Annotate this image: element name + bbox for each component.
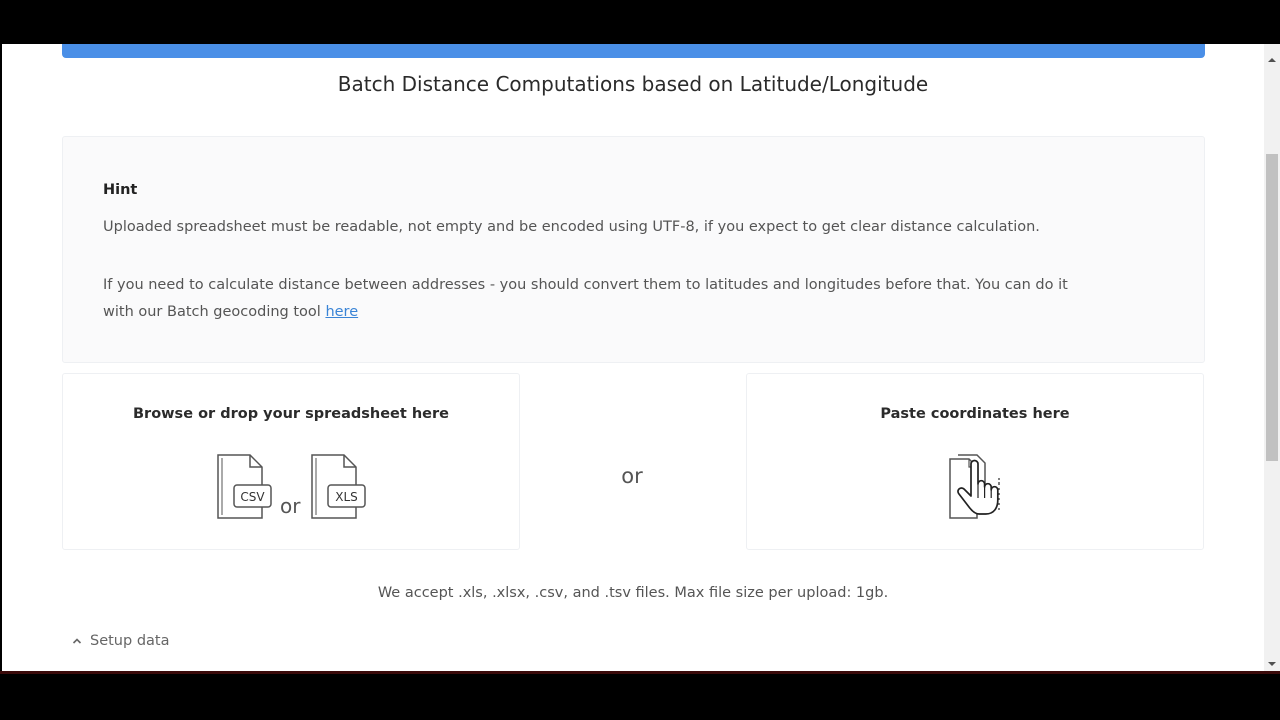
hint-paragraph-geocoding-text: If you need to calculate distance betwee… [103, 277, 1068, 320]
paste-hand-icon [949, 454, 1000, 519]
setup-data-toggle[interactable]: Setup data [72, 633, 169, 649]
csv-file-icon: CSV [217, 454, 272, 519]
scroll-down-arrow[interactable] [1264, 656, 1280, 672]
file-type-or: or [280, 494, 301, 518]
paste-title: Paste coordinates here [880, 406, 1070, 422]
hint-panel: Hint Uploaded spreadsheet must be readab… [62, 136, 1205, 363]
xls-file-icon: XLS [311, 454, 366, 519]
xls-label: XLS [335, 490, 358, 504]
hint-paragraph-geocoding: If you need to calculate distance betwee… [103, 272, 1103, 326]
page-viewport: Batch Distance Computations based on Lat… [2, 44, 1264, 671]
page-title: Batch Distance Computations based on Lat… [337, 72, 929, 96]
hint-title: Hint [103, 182, 138, 198]
accepted-files-note: We accept .xls, .xlsx, .csv, and .tsv fi… [377, 585, 889, 601]
paste-icon-row [747, 454, 1203, 520]
geocoding-tool-link[interactable]: here [325, 304, 358, 320]
file-type-icons: CSV or XLS [63, 454, 519, 520]
scroll-up-arrow[interactable] [1264, 52, 1280, 68]
browse-title: Browse or drop your spreadsheet here [133, 406, 449, 422]
scrollbar-thumb[interactable] [1266, 154, 1278, 461]
header-accent-bar [62, 44, 1205, 58]
hint-paragraph-encoding: Uploaded spreadsheet must be readable, n… [103, 219, 1040, 235]
scroll-down-icon [1268, 662, 1276, 666]
csv-label: CSV [240, 490, 265, 504]
setup-data-label: Setup data [90, 633, 170, 649]
chevron-up-icon [72, 638, 82, 644]
vertical-scrollbar[interactable] [1264, 44, 1280, 671]
file-upload-dropzone[interactable]: Browse or drop your spreadsheet here CSV… [62, 373, 520, 550]
scroll-up-icon [1268, 58, 1276, 62]
paste-coordinates-area[interactable]: Paste coordinates here [746, 373, 1204, 550]
window-bottom-edge [0, 671, 1280, 674]
upload-or-divider: or [621, 464, 643, 488]
